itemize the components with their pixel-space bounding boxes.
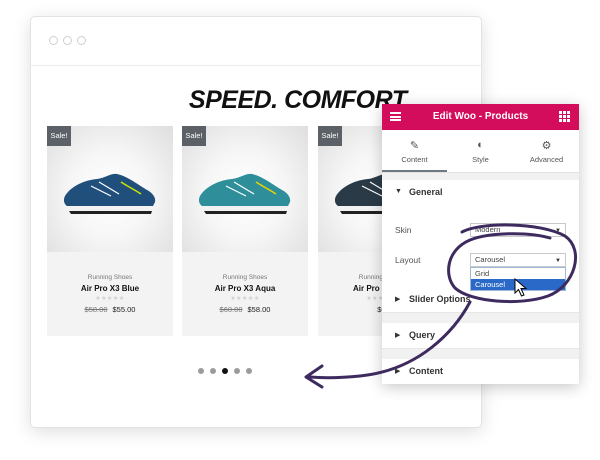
skin-label: Skin [395,225,412,235]
section-content[interactable]: ▶ Content [382,359,579,384]
pagination-dot-active[interactable] [222,368,228,374]
tab-label: Style [472,155,489,164]
product-card[interactable]: Sale! Running Shoes Air Pro X3 Aqua ★★★★… [182,126,308,336]
tab-label: Advanced [529,155,564,164]
window-dot-icon[interactable] [49,36,58,45]
sale-price: $55.00 [112,305,136,314]
rating-stars: ★★★★★ [230,296,260,302]
section-title: General [409,187,443,197]
pagination-dot[interactable] [246,368,252,374]
sale-badge: Sale! [47,126,71,146]
skin-value: Modern [475,225,501,234]
section-title: Query [409,330,436,340]
caret-down-icon: ▼ [555,228,561,234]
tab-content[interactable]: ✎ Content [382,130,447,172]
section-general[interactable]: ▼ General [382,180,579,206]
caret-down-icon: ▼ [395,188,402,195]
caret-right-icon: ▶ [395,332,401,339]
product-card[interactable]: Sale! Running Shoes Air Pro X3 Blue ★★★★… [47,126,173,336]
product-name[interactable]: Air Pro X3 Aqua [182,284,308,293]
section-title: Slider Options [409,294,471,304]
shoe-image [198,173,291,214]
layout-select[interactable]: Carousel ▼ [470,253,566,267]
panel-tabs: ✎ Content ◐ Style ⚙ Advanced [382,130,579,173]
browser-title-bar [31,17,481,66]
rating-stars: ★★★★★ [95,296,125,302]
pagination-dot[interactable] [234,368,240,374]
sale-badge: Sale! [318,126,342,146]
caret-right-icon: ▶ [395,296,401,303]
skin-select[interactable]: Modern ▼ [470,223,566,237]
product-price: $58.00 $55.00 [47,305,173,314]
panel-header: Edit Woo - Products [382,104,579,130]
panel-title: Edit Woo - Products [432,111,529,122]
window-dot-icon[interactable] [77,36,86,45]
shoe-image [63,173,156,214]
sale-price: $58.00 [247,305,271,314]
edit-panel: Edit Woo - Products ✎ Content ◐ Style ⚙ … [382,104,579,384]
mouse-cursor-icon [514,278,528,297]
window-dot-icon[interactable] [63,36,72,45]
product-category: Running Shoes [87,274,133,281]
pagination-dot[interactable] [198,368,204,374]
product-name[interactable]: Air Pro X3 Blue [47,284,173,293]
old-price: $58.00 [84,305,108,314]
caret-right-icon: ▶ [395,368,401,375]
caret-down-icon: ▼ [555,258,561,264]
sale-badge: Sale! [182,126,206,146]
section-title: Content [409,366,443,376]
tab-style[interactable]: ◐ Style [448,130,513,172]
half-circle-icon: ◐ [477,139,484,151]
gear-icon: ⚙ [541,140,552,152]
pagination-dot[interactable] [210,368,216,374]
tab-label: Content [401,155,428,164]
section-query[interactable]: ▶ Query [382,323,579,349]
old-price: $60.00 [219,305,243,314]
layout-label: Layout [395,255,421,265]
tab-advanced[interactable]: ⚙ Advanced [514,130,579,172]
widgets-grid-icon[interactable] [559,111,570,122]
product-price: $60.00 $58.00 [182,305,308,314]
carousel-pagination [198,361,258,379]
layout-value: Carousel [475,255,506,264]
product-category: Running Shoes [222,274,268,281]
pencil-icon: ✎ [409,140,420,152]
